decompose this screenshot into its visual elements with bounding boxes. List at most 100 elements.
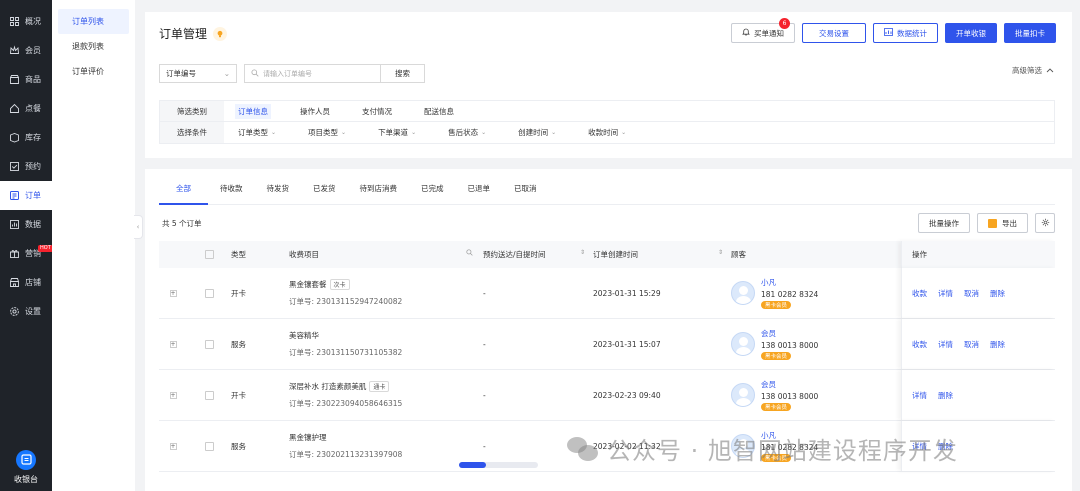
tab-status[interactable]: 待收款 bbox=[208, 180, 255, 205]
sort-icon[interactable]: ⇕ bbox=[718, 249, 723, 260]
open-cashier-button[interactable]: 开单收银 bbox=[945, 23, 997, 43]
order-search-input[interactable]: 请输入订单编号 bbox=[244, 64, 381, 83]
lightbulb-icon[interactable] bbox=[213, 26, 228, 41]
row-action-link[interactable]: 删除 bbox=[938, 390, 953, 401]
filter-option[interactable]: 下单渠道 ⌄ bbox=[375, 125, 419, 140]
col-delivery-header: 预约送达/自提时间 bbox=[483, 250, 546, 259]
advanced-filter-toggle[interactable]: 高级筛选 bbox=[1012, 65, 1054, 76]
filter-option[interactable]: 项目类型 ⌄ bbox=[305, 125, 349, 140]
collapse-subnav-button[interactable]: ‹ bbox=[134, 215, 143, 239]
row-action-link[interactable]: 收款 bbox=[912, 339, 927, 350]
data-stats-button[interactable]: 数据统计 bbox=[873, 23, 938, 43]
sidebar-item-label: 数据 bbox=[25, 220, 41, 229]
row-checkbox[interactable] bbox=[204, 390, 214, 400]
filter-option[interactable]: 操作人员 bbox=[297, 104, 333, 119]
row-action-link[interactable]: 取消 bbox=[964, 339, 979, 350]
box-icon bbox=[9, 132, 20, 143]
row-action-link[interactable]: 详情 bbox=[938, 288, 953, 299]
col-op-header: 操作 bbox=[901, 241, 1055, 268]
tab-status[interactable]: 已发货 bbox=[301, 180, 348, 205]
row-action-link[interactable]: 详情 bbox=[938, 339, 953, 350]
list-actions: 批量操作 导出 bbox=[918, 213, 1055, 233]
sidebar-item-label: 点餐 bbox=[25, 104, 41, 113]
search-field-select[interactable]: 订单编号 ⌄ bbox=[159, 64, 237, 83]
customer-name[interactable]: 小凡 bbox=[761, 277, 818, 288]
filter-option[interactable]: 支付情况 bbox=[359, 104, 395, 119]
sidebar-item-7[interactable]: 订单 bbox=[0, 181, 52, 210]
sidebar-item-10[interactable]: 店铺 bbox=[0, 268, 52, 297]
sidebar-item-5[interactable]: 库存 bbox=[0, 123, 52, 152]
filter-option[interactable]: 订单类型 ⌄ bbox=[235, 125, 279, 140]
row-action-link[interactable]: 详情 bbox=[912, 390, 927, 401]
filter-option[interactable]: 配送信息 bbox=[421, 104, 457, 119]
expand-row-button[interactable]: + bbox=[169, 340, 177, 348]
tab-status[interactable]: 待发货 bbox=[255, 180, 302, 205]
sidebar-item-2[interactable]: 会员 bbox=[0, 36, 52, 65]
tab-status[interactable]: 待到店消费 bbox=[348, 180, 410, 205]
sidebar-item-label: 店铺 bbox=[25, 278, 41, 287]
filter-category-row: 筛选类别 订单信息 操作人员 支付情况 配送信息 bbox=[160, 101, 1054, 122]
batch-card-deduct-button[interactable]: 批量扣卡 bbox=[1004, 23, 1056, 43]
home-icon bbox=[9, 103, 20, 114]
order-count: 共 5 个订单 bbox=[162, 219, 202, 228]
table-row: + 开卡 深层补水 打造素颜美肌 通卡 订单号: 230223094058646315 -… bbox=[159, 370, 1055, 421]
sidebar-item-1[interactable]: 概况 bbox=[0, 7, 52, 36]
sidebar-item-8[interactable]: 数据 bbox=[0, 210, 52, 239]
delivery-time: - bbox=[483, 390, 486, 400]
select-all-checkbox[interactable] bbox=[204, 250, 214, 259]
filter-option[interactable]: 售后状态 ⌄ bbox=[445, 125, 489, 140]
export-button[interactable]: 导出 bbox=[977, 213, 1028, 233]
sort-icon[interactable]: ⇕ bbox=[580, 249, 585, 260]
tab-status[interactable]: 全部 bbox=[159, 180, 208, 205]
subnav-item[interactable]: 订单列表 bbox=[58, 9, 129, 34]
chevron-down-icon: ⌄ bbox=[271, 129, 277, 136]
created-time: 2023-02-23 09:40 bbox=[593, 390, 661, 400]
store-icon bbox=[9, 277, 20, 288]
customer-name[interactable]: 会员 bbox=[761, 328, 818, 339]
filter-option[interactable]: 收款时间 ⌄ bbox=[585, 125, 629, 140]
row-action-link[interactable]: 删除 bbox=[990, 339, 1005, 350]
filter-option[interactable]: 创建时间 ⌄ bbox=[515, 125, 559, 140]
row-checkbox[interactable] bbox=[204, 288, 214, 298]
search-panel: 订单管理 买单通知 6 交易设置 数据统计 开单收银 批量扣卡 订单编号 ⌄ 请… bbox=[145, 12, 1072, 158]
tab-status[interactable]: 已退单 bbox=[456, 180, 503, 205]
sidebar-item-4[interactable]: 点餐 bbox=[0, 94, 52, 123]
customer-phone: 138 0013 8000 bbox=[761, 392, 819, 401]
row-action-link[interactable]: 取消 bbox=[964, 288, 979, 299]
search-button[interactable]: 搜索 bbox=[381, 64, 425, 83]
wechat-logo-icon bbox=[567, 435, 599, 463]
shop-icon bbox=[9, 74, 20, 85]
sidebar-item-11[interactable]: 设置 bbox=[0, 297, 52, 326]
sidebar-item-3[interactable]: 商品 bbox=[0, 65, 52, 94]
filter-option[interactable]: 订单信息 bbox=[235, 103, 271, 119]
column-search-icon[interactable] bbox=[466, 249, 473, 260]
subnav-item[interactable]: 订单评价 bbox=[58, 59, 129, 84]
row-action-link[interactable]: 收款 bbox=[912, 288, 927, 299]
card-type-tag: 通卡 bbox=[369, 381, 390, 392]
purchase-notify-button[interactable]: 买单通知 6 bbox=[731, 18, 795, 43]
col-type-header: 类型 bbox=[231, 250, 246, 259]
expand-row-button[interactable]: + bbox=[169, 289, 177, 297]
sidebar-item-label: 会员 bbox=[25, 46, 41, 55]
trade-settings-button[interactable]: 交易设置 bbox=[802, 23, 866, 43]
subnav-item[interactable]: 退款列表 bbox=[58, 34, 129, 59]
customer-name[interactable]: 会员 bbox=[761, 379, 818, 390]
expand-row-button[interactable]: + bbox=[169, 442, 177, 450]
column-settings-button[interactable] bbox=[1035, 213, 1055, 233]
expand-row-button[interactable]: + bbox=[169, 391, 177, 399]
sidebar-item-6[interactable]: 预约 bbox=[0, 152, 52, 181]
batch-operation-button[interactable]: 批量操作 bbox=[918, 213, 970, 233]
row-checkbox[interactable] bbox=[204, 441, 214, 451]
tab-status[interactable]: 已完成 bbox=[409, 180, 456, 205]
sidebar-item-9[interactable]: 营销 HOT bbox=[0, 239, 53, 268]
cashier-button[interactable]: 收银台 bbox=[0, 443, 52, 491]
row-action-link[interactable]: 删除 bbox=[990, 288, 1005, 299]
chevron-down-icon: ⌄ bbox=[621, 129, 627, 136]
row-actions: 收款 详情 取消 删除 bbox=[901, 268, 1055, 318]
order-number: 230131152947240082 bbox=[316, 297, 403, 306]
gear-icon bbox=[9, 306, 20, 317]
row-checkbox[interactable] bbox=[204, 339, 214, 349]
tab-status[interactable]: 已取消 bbox=[502, 180, 549, 205]
cashier-icon bbox=[16, 449, 36, 470]
sidebar-item-label: 商品 bbox=[25, 75, 41, 84]
